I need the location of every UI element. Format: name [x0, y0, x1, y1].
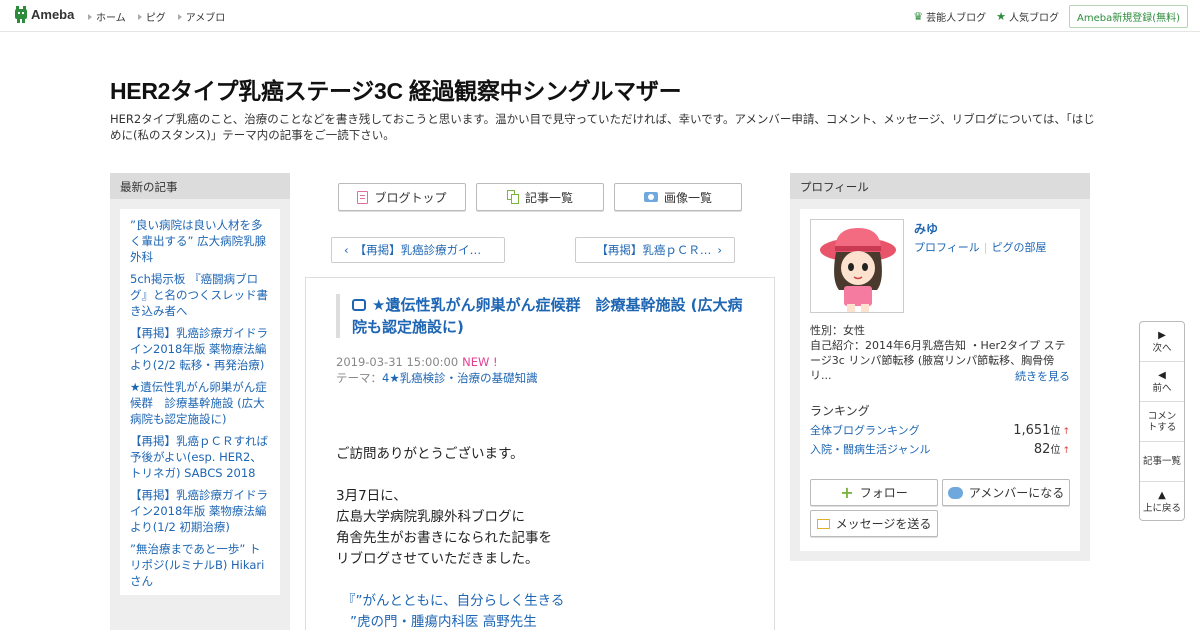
- profile-box: みゆ プロフィール | ピグの部屋 性別：女性 自己紹介：2014年6月乳癌告知 ・…: [800, 209, 1080, 551]
- ranking-label[interactable]: 全体ブログランキング: [810, 422, 920, 438]
- crown-icon: ♛: [913, 10, 924, 23]
- quote-link[interactable]: ”虎の門・腫瘍内科医 高野先生: [336, 612, 756, 630]
- next-entry-button[interactable]: 【再掲】乳癌ｐＣＲ… ›: [575, 237, 735, 263]
- chevron-left-icon: ‹: [344, 243, 349, 257]
- plus-icon: +: [840, 483, 854, 502]
- triangle-right-icon: [88, 13, 92, 20]
- blog-title[interactable]: HER2タイプ乳癌ステージ3C 経過観察中シングルマザー: [110, 72, 682, 106]
- recent-entries-list: ”良い病院は良い人材を多く輩出する” 広大病院乳腺外科 5ch掲示板 『癌闘病ブ…: [120, 209, 280, 595]
- play-right-icon: ▶: [1158, 329, 1166, 341]
- recent-entry-link[interactable]: ”良い病院は良い人材を多く輩出する” 広大病院乳腺外科: [130, 217, 270, 265]
- recent-entry-link[interactable]: 5ch掲示板 『癌闘病ブログ』と名のつくスレッド書き込み者へ: [130, 271, 270, 319]
- popular-blog-link[interactable]: ★ 人気ブログ: [996, 9, 1059, 24]
- follow-button[interactable]: + フォロー: [810, 479, 938, 506]
- article-title[interactable]: ★遺伝性乳がん卵巣がん症候群 診療基幹施設 (広大病院も認定施設に): [336, 294, 746, 338]
- side-top-button[interactable]: ▲ 上に戻る: [1140, 482, 1184, 522]
- top-nav: ホーム ピグ アメブロ: [88, 9, 225, 24]
- ranking-label[interactable]: 入院・闘病生活ジャンル: [810, 441, 930, 457]
- celeb-blog-link[interactable]: ♛ 芸能人ブログ: [913, 9, 986, 24]
- blog-description: HER2タイプ乳癌のこと、治療のことなどを書き残しておこうと思います。温かい目で…: [110, 112, 1095, 142]
- profile-link[interactable]: プロフィール: [914, 241, 980, 254]
- recent-entry-link[interactable]: 【再掲】乳癌診療ガイドライン2018年版 薬物療法編より(1/2 初期治療): [130, 487, 270, 535]
- play-left-icon: ◀: [1158, 369, 1166, 381]
- nav-pigg[interactable]: ピグ: [137, 9, 166, 24]
- profile-links: プロフィール | ピグの部屋: [914, 241, 1047, 254]
- article-meta: 2019-03-31 15:00:00 NEW ! テーマ：4★乳癌検診・治療の基…: [336, 354, 538, 386]
- avatar-illustration: [820, 228, 896, 312]
- body-line: [336, 465, 756, 486]
- chevron-right-icon: ›: [717, 243, 722, 257]
- recent-entry-link[interactable]: ★遺伝性乳がん卵巣がん症候群 診療基幹施設 (広大病院も認定施設に): [130, 379, 270, 427]
- body-line: リブログさせていただきました。: [336, 551, 539, 567]
- quote-link[interactable]: 『”がんとともに、自分らしく生きる: [336, 591, 756, 612]
- top-bar: Ameba ホーム ピグ アメブロ ♛ 芸能人ブログ ★ 人気ブログ Ameba新規…: [0, 0, 1200, 32]
- body-line: 角舎先生がお書きになられた記事を: [336, 530, 552, 546]
- ameba-mascot-icon: [15, 6, 27, 23]
- theme-label: テーマ：: [336, 371, 382, 385]
- avatar[interactable]: [810, 219, 904, 313]
- recent-entries-panel: 最新の記事 ”良い病院は良い人材を多く輩出する” 広大病院乳腺外科 5ch掲示板…: [110, 173, 290, 630]
- document-icon: [357, 190, 369, 204]
- article-theme-link[interactable]: 4★乳癌検診・治療の基礎知識: [382, 371, 538, 385]
- image-list-button[interactable]: 画像一覧: [614, 183, 742, 211]
- ranking-row: 入院・闘病生活ジャンル 82位 ↑: [810, 441, 1070, 457]
- ranking-value: 1,651: [1013, 423, 1051, 438]
- recent-entry-link[interactable]: 【再掲】乳癌ｐＣＲすれば予後がよい(esp. HER2、トリネガ) SABCS …: [130, 433, 270, 481]
- new-badge: NEW !: [462, 355, 498, 369]
- ranking-value: 82: [1033, 442, 1051, 457]
- amember-button[interactable]: アメンバーになる: [942, 479, 1070, 506]
- article-body: ご訪問ありがとうございます。 3月7日に、 広島大学病院乳腺外科ブログに 角舎先…: [336, 444, 756, 630]
- ameba-logo[interactable]: Ameba: [14, 6, 74, 23]
- body-line: 広島大学病院乳腺外科ブログに: [336, 509, 525, 525]
- prev-entry-button[interactable]: ‹ 【再掲】乳癌診療ガイ…: [331, 237, 505, 263]
- rank-up-icon: ↑: [1062, 427, 1070, 437]
- reblog-icon: [352, 299, 366, 311]
- article: ★遺伝性乳がん卵巣がん症候群 診療基幹施設 (広大病院も認定施設に) 2019-…: [305, 277, 775, 630]
- send-message-button[interactable]: メッセージを送る: [810, 510, 938, 537]
- mail-icon: [816, 518, 830, 529]
- speech-bubble-icon: [947, 486, 963, 499]
- signup-button[interactable]: Ameba新規登録(無料): [1068, 5, 1188, 28]
- side-prev-button[interactable]: ◀ 前へ: [1140, 362, 1184, 402]
- ranking-row: 全体ブログランキング 1,651位 ↑: [810, 422, 1070, 438]
- entry-list-button[interactable]: 記事一覧: [476, 183, 604, 211]
- top-right-links: ♛ 芸能人ブログ ★ 人気ブログ Ameba新規登録(無料): [913, 5, 1188, 28]
- side-next-button[interactable]: ▶ 次へ: [1140, 322, 1184, 362]
- camera-icon: [643, 192, 658, 202]
- nav-home[interactable]: ホーム: [88, 9, 126, 24]
- recent-entry-link[interactable]: ”無治療まであと一歩” トリポジ(ルミナルB) Hikariさん: [130, 541, 270, 589]
- up-triangle-icon: ▲: [1158, 490, 1166, 501]
- blog-top-button[interactable]: ブログトップ: [338, 183, 466, 211]
- body-line: 3月7日に、: [336, 488, 407, 504]
- read-more-link[interactable]: 続きを見る: [1015, 368, 1070, 384]
- profile-heading: プロフィール: [790, 173, 1090, 199]
- body-line: ご訪問ありがとうございます。: [336, 446, 524, 462]
- pigg-room-link[interactable]: ピグの部屋: [992, 241, 1047, 254]
- profile-panel: プロフィール みゆ プロフィール | ピグの部屋 性別：女性 自己紹介：2014…: [790, 173, 1090, 561]
- star-icon: ★: [996, 10, 1006, 23]
- nav-ameblo[interactable]: アメブロ: [177, 9, 225, 24]
- rank-up-icon: ↑: [1062, 446, 1070, 456]
- article-date: 2019-03-31 15:00:00: [336, 355, 459, 369]
- body-line: [336, 570, 756, 591]
- profile-name[interactable]: みゆ: [914, 220, 938, 237]
- triangle-right-icon: [177, 13, 182, 20]
- side-comment-button[interactable]: コメントする: [1140, 402, 1184, 442]
- floating-side-nav: ▶ 次へ ◀ 前へ コメントする 記事一覧 ▲ 上に戻る: [1139, 321, 1185, 521]
- entries-icon: [506, 190, 519, 204]
- profile-gender: 性別：女性: [810, 324, 865, 337]
- ranking-heading: ランキング: [810, 404, 870, 418]
- side-entries-button[interactable]: 記事一覧: [1140, 442, 1184, 482]
- recent-entries-heading: 最新の記事: [110, 173, 290, 199]
- triangle-right-icon: [137, 13, 142, 20]
- recent-entry-link[interactable]: 【再掲】乳癌診療ガイドライン2018年版 薬物療法編より(2/2 転移・再発治療…: [130, 325, 270, 373]
- logo-text: Ameba: [31, 7, 75, 22]
